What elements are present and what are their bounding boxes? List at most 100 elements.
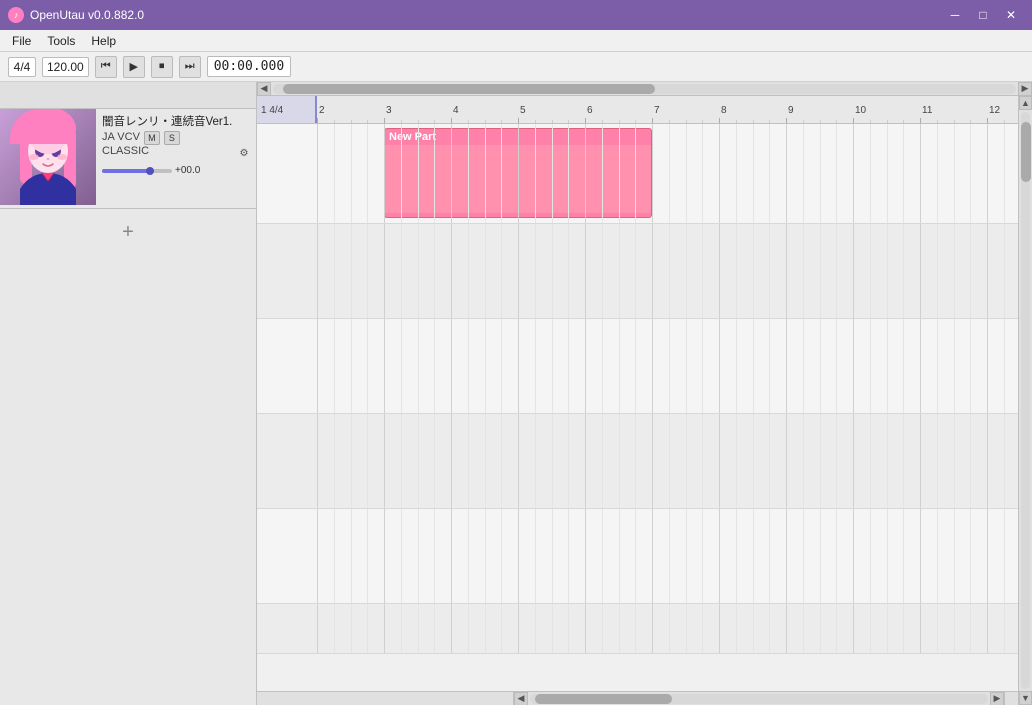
grid-subline bbox=[702, 224, 703, 318]
grid-subline bbox=[870, 414, 871, 508]
ruler-subtick bbox=[736, 120, 737, 123]
time-signature[interactable]: 4/4 bbox=[8, 57, 36, 77]
grid-line bbox=[920, 604, 921, 653]
grid-subline bbox=[669, 319, 670, 413]
ruler-label-10: 10 bbox=[853, 104, 866, 118]
minimize-button[interactable]: ─ bbox=[942, 5, 968, 25]
ruler-label-3: 3 bbox=[384, 104, 392, 118]
hscroll-track[interactable] bbox=[273, 84, 1016, 94]
grid-subline bbox=[686, 414, 687, 508]
grid-subline bbox=[334, 414, 335, 508]
volume-slider[interactable] bbox=[102, 169, 172, 173]
grid-subline bbox=[870, 319, 871, 413]
hscroll-bottom-left[interactable]: ◀ bbox=[514, 692, 528, 705]
track-name: 闇音レンリ・連続音Ver1. bbox=[102, 113, 252, 129]
grid-subline bbox=[552, 414, 553, 508]
vscroll-down-arrow[interactable]: ▼ bbox=[1019, 691, 1032, 705]
grid-subline bbox=[937, 509, 938, 603]
avatar-image bbox=[0, 109, 96, 205]
ruler-subtick bbox=[367, 120, 368, 123]
track-mute-button[interactable]: M bbox=[144, 131, 160, 145]
ruler-tick-7 bbox=[652, 118, 653, 123]
grid-line bbox=[920, 319, 921, 413]
grid-line bbox=[518, 319, 519, 413]
grid-subline bbox=[367, 509, 368, 603]
track-solo-button[interactable]: S bbox=[164, 131, 180, 145]
ruler-current-text: 1 4/4 bbox=[261, 105, 283, 116]
hscroll-bottom-right[interactable]: ▶ bbox=[990, 692, 1004, 705]
ruler-tick-10 bbox=[853, 118, 854, 123]
grid-line bbox=[518, 224, 519, 318]
grid-subline bbox=[367, 319, 368, 413]
grid-subline bbox=[903, 319, 904, 413]
track-row-5[interactable] bbox=[257, 509, 1018, 604]
hscroll-bottom-thumb[interactable] bbox=[535, 694, 672, 704]
track-settings-button[interactable]: ⚙ bbox=[236, 146, 252, 160]
grid-subline bbox=[954, 319, 955, 413]
stop-button[interactable]: ⏹ bbox=[151, 56, 173, 78]
grid-subline bbox=[418, 604, 419, 653]
grid-subline bbox=[401, 509, 402, 603]
grid-subline bbox=[937, 224, 938, 318]
track-row-4[interactable] bbox=[257, 414, 1018, 509]
menu-file[interactable]: File bbox=[4, 32, 39, 50]
menu-help[interactable]: Help bbox=[83, 32, 124, 50]
grid-subline bbox=[970, 224, 971, 318]
grid-subline bbox=[836, 319, 837, 413]
grid-line bbox=[317, 604, 318, 653]
hscroll-thumb[interactable] bbox=[283, 84, 655, 94]
vscroll-track[interactable] bbox=[1021, 112, 1030, 689]
vscroll-thumb[interactable] bbox=[1021, 122, 1031, 182]
grid-subline bbox=[334, 319, 335, 413]
ruler-subtick bbox=[602, 120, 603, 123]
grid-line bbox=[585, 319, 586, 413]
window-controls: ─ □ ✕ bbox=[942, 5, 1024, 25]
grid-subline bbox=[501, 414, 502, 508]
play-button[interactable]: ▶ bbox=[123, 56, 145, 78]
bpm-display[interactable]: 120.00 bbox=[42, 57, 89, 77]
ruler-subtick bbox=[937, 120, 938, 123]
grid-subline bbox=[954, 124, 955, 223]
grid-subline bbox=[686, 124, 687, 223]
close-button[interactable]: ✕ bbox=[998, 5, 1024, 25]
add-track-button[interactable]: + bbox=[113, 217, 143, 247]
grid-subline bbox=[669, 124, 670, 223]
menu-tools[interactable]: Tools bbox=[39, 32, 83, 50]
ruler-label-4: 4 bbox=[451, 104, 459, 118]
track-row-6[interactable] bbox=[257, 604, 1018, 654]
grid-line bbox=[786, 224, 787, 318]
ruler-subtick bbox=[836, 120, 837, 123]
title-bar: ♪ OpenUtau v0.0.882.0 ─ □ ✕ bbox=[0, 0, 1032, 30]
track-avatar bbox=[0, 109, 96, 209]
grid-subline bbox=[1004, 124, 1005, 223]
ruler-subtick bbox=[418, 120, 419, 123]
rewind-button[interactable]: ⏮ bbox=[95, 56, 117, 78]
track-row-3[interactable] bbox=[257, 319, 1018, 414]
hscroll-left-arrow[interactable]: ◀ bbox=[257, 82, 271, 96]
ruler-current-marker: 1 4/4 bbox=[257, 96, 317, 124]
grid-subline bbox=[836, 509, 837, 603]
grid-subline bbox=[351, 224, 352, 318]
grid-subline bbox=[669, 224, 670, 318]
grid-line bbox=[652, 124, 653, 223]
grid-line bbox=[585, 224, 586, 318]
end-button[interactable]: ⏭ bbox=[179, 56, 201, 78]
track-row-2[interactable] bbox=[257, 224, 1018, 319]
track-row-1[interactable]: New Part bbox=[257, 124, 1018, 224]
track-type: JA VCV bbox=[102, 131, 140, 143]
volume-thumb[interactable] bbox=[146, 167, 154, 175]
restore-button[interactable]: □ bbox=[970, 5, 996, 25]
ruler-subtick bbox=[970, 120, 971, 123]
grid-line bbox=[987, 414, 988, 508]
grid-subline bbox=[334, 509, 335, 603]
grid-subline bbox=[468, 124, 469, 223]
grid-subline bbox=[937, 604, 938, 653]
hscroll-right-arrow[interactable]: ▶ bbox=[1018, 82, 1032, 96]
grid-subline bbox=[602, 414, 603, 508]
grid-subline bbox=[619, 509, 620, 603]
grid-line bbox=[987, 509, 988, 603]
ruler-label-8: 8 bbox=[719, 104, 727, 118]
hscroll-bottom-track[interactable] bbox=[530, 694, 988, 704]
vscroll-up-arrow[interactable]: ▲ bbox=[1019, 96, 1032, 110]
grid-subline bbox=[803, 124, 804, 223]
